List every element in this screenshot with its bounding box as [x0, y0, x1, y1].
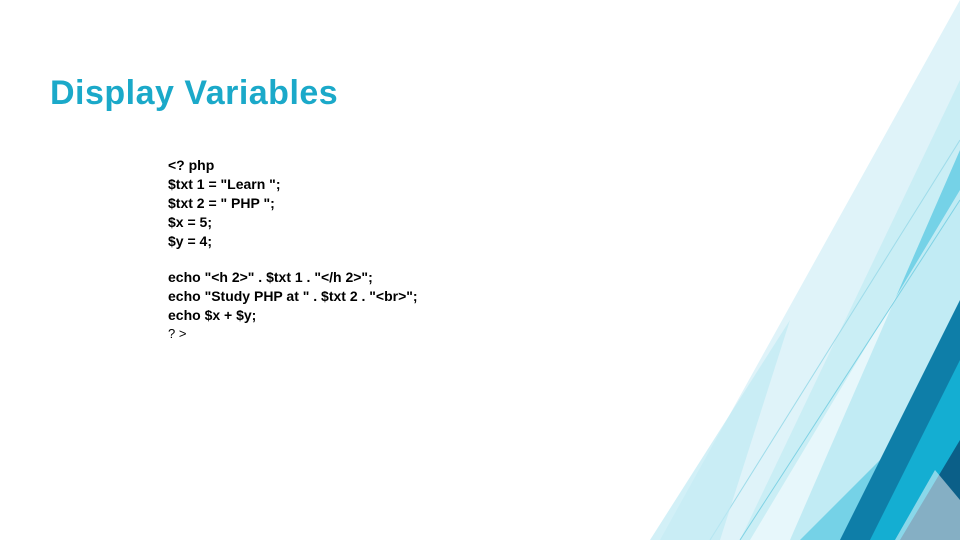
- code-line: ? >: [168, 325, 728, 343]
- slide: Display Variables <? php $txt 1 = "Learn…: [0, 0, 960, 540]
- code-line: echo $x + $y;: [168, 306, 728, 325]
- page-title: Display Variables: [50, 74, 338, 113]
- blank-line: [168, 250, 728, 268]
- code-line: <? php: [168, 156, 728, 175]
- code-line: $txt 1 = "Learn ";: [168, 175, 728, 194]
- code-line: echo "<h 2>" . $txt 1 . "</h 2>";: [168, 268, 728, 287]
- code-line: $y = 4;: [168, 232, 728, 251]
- code-line: echo "Study PHP at " . $txt 2 . "<br>";: [168, 287, 728, 306]
- code-line: $txt 2 = " PHP ";: [168, 194, 728, 213]
- code-line: $x = 5;: [168, 213, 728, 232]
- code-block: <? php $txt 1 = "Learn "; $txt 2 = " PHP…: [168, 156, 728, 343]
